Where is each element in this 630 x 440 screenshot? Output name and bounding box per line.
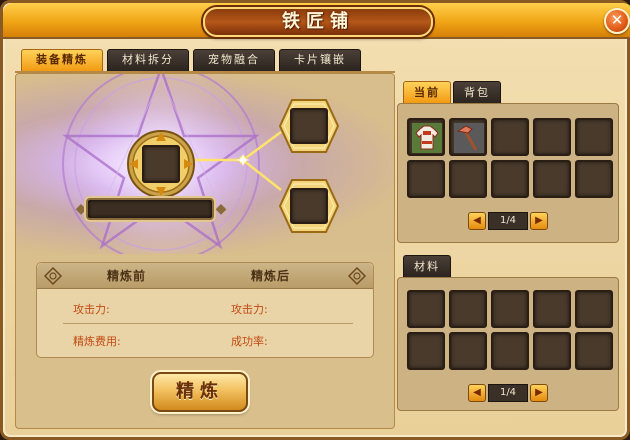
success-rate-label: 成功率: [231,335,268,348]
main-tabs: 装备精炼 材料拆分 宠物融合 卡片镶嵌 [21,49,361,71]
refine-cost-label: 精炼费用: [73,335,121,348]
tab-material-split[interactable]: 材料拆分 [107,49,189,71]
magic-circle-area: ◆ ◆ [16,74,394,254]
inventory-slot[interactable] [491,160,529,198]
materials-pager: ◀ 1/4 ▶ [468,384,548,402]
material-socket-top [278,98,340,154]
inventory-slot[interactable] [407,160,445,198]
refine-stats-header: 精炼前 精炼后 [37,263,373,289]
material-slot[interactable] [533,332,571,370]
inventory-slot[interactable] [449,118,487,156]
inventory-page-number: 1/4 [488,212,528,230]
material-slot[interactable] [575,332,613,370]
materials-panel: ◀ 1/4 ▶ [397,277,619,411]
refine-panel: ◆ ◆ 精炼前 精炼后 攻击力: 攻击力: 精炼费用: 成功率: 精炼 [15,73,395,429]
tab-card-inlay[interactable]: 卡片镶嵌 [279,49,361,71]
material-slot-top[interactable] [290,108,328,144]
inventory-slot[interactable] [533,118,571,156]
prev-page-button[interactable]: ◀ [468,384,486,402]
stats-divider [63,323,353,324]
inventory-pager: ◀ 1/4 ▶ [468,212,548,230]
inventory-slot[interactable] [575,160,613,198]
inventory-slot[interactable] [449,160,487,198]
material-slot[interactable] [449,332,487,370]
tab-equipment-refine[interactable]: 装备精炼 [21,49,103,71]
material-slot[interactable] [407,290,445,328]
inventory-grid [407,118,613,198]
inventory-panel: ◀ 1/4 ▶ [397,103,619,243]
equipment-slot[interactable] [142,145,180,183]
inventory-slot[interactable] [575,118,613,156]
title-bar[interactable]: 铁匠铺 ✕ [3,3,630,39]
material-slot[interactable] [575,290,613,328]
material-slot[interactable] [533,290,571,328]
inventory-slot[interactable] [533,160,571,198]
before-refine-label: 精炼前 [107,269,147,283]
attack-after-label: 攻击力: [231,303,268,316]
inventory-tabs: 当前 背包 [403,81,501,103]
tab-current[interactable]: 当前 [403,81,451,103]
blacksmith-window: 铁匠铺 ✕ 装备精炼 材料拆分 宠物融合 卡片镶嵌 ◆ ◆ 精炼前 精炼后 攻击… [0,0,630,440]
materials-page-number: 1/4 [488,384,528,402]
material-slot[interactable] [491,290,529,328]
inventory-slot[interactable] [407,118,445,156]
refine-button[interactable]: 精炼 [152,372,248,412]
inventory-slot[interactable] [491,118,529,156]
swirl-ornament-icon [347,266,367,286]
swirl-ornament-icon [43,266,63,286]
name-bar-right-cap-icon: ◆ [215,201,227,217]
prev-page-button[interactable]: ◀ [468,212,486,230]
item-name-bar [86,198,214,220]
staff-icon [454,123,484,153]
materials-grid [407,290,613,370]
refine-stats-box: 精炼前 精炼后 攻击力: 攻击力: 精炼费用: 成功率: [36,262,374,358]
material-slot[interactable] [449,290,487,328]
after-refine-label: 精炼后 [251,269,291,283]
material-socket-bottom [278,178,340,234]
armor-icon [412,123,442,153]
next-page-button[interactable]: ▶ [530,212,548,230]
materials-tabs: 材料 [403,255,451,277]
material-slot[interactable] [407,332,445,370]
material-slot[interactable] [491,332,529,370]
tab-pet-fusion[interactable]: 宠物融合 [193,49,275,71]
tab-materials[interactable]: 材料 [403,255,451,277]
attack-before-label: 攻击力: [73,303,110,316]
equipment-socket [126,129,196,199]
material-slot-bottom[interactable] [290,188,328,224]
tab-backpack[interactable]: 背包 [453,81,501,103]
next-page-button[interactable]: ▶ [530,384,548,402]
window-title: 铁匠铺 [203,7,433,37]
close-button[interactable]: ✕ [604,8,630,34]
